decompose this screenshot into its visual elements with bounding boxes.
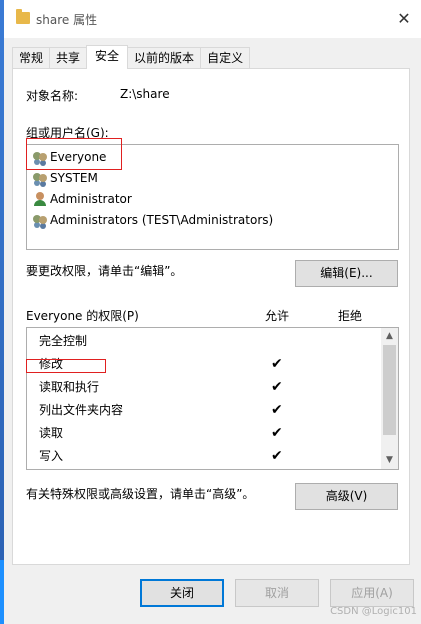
check-icon: ✔ bbox=[271, 379, 283, 395]
check-icon: ✔ bbox=[271, 402, 283, 418]
allow-header: 允许 bbox=[265, 309, 290, 323]
deny-header: 拒绝 bbox=[338, 309, 363, 323]
perm-row-read: 读取 ✔ bbox=[27, 422, 382, 445]
perm-name: 写入 bbox=[39, 449, 64, 463]
user-name: Everyone bbox=[50, 150, 107, 164]
perm-row-modify: 修改 ✔ bbox=[27, 353, 382, 376]
scroll-down-icon[interactable]: ▼ bbox=[381, 452, 398, 469]
perm-row-write: 写入 ✔ bbox=[27, 445, 382, 468]
close-button[interactable]: 关闭 bbox=[140, 579, 224, 607]
user-item-system[interactable]: SYSTEM bbox=[32, 168, 98, 188]
group-icon bbox=[32, 149, 48, 165]
perm-name: 修改 bbox=[39, 357, 64, 371]
cancel-button[interactable]: 取消 bbox=[235, 579, 319, 607]
title-bar: share 属性 ✕ bbox=[4, 0, 421, 38]
group-users-label: 组或用户名(G): bbox=[26, 126, 109, 140]
tab-previous-versions[interactable]: 以前的版本 bbox=[127, 47, 202, 69]
folder-icon bbox=[16, 9, 30, 24]
user-item-administrators[interactable]: Administrators (TEST\Administrators) bbox=[32, 210, 273, 230]
perm-row-list-folder: 列出文件夹内容 ✔ bbox=[27, 399, 382, 422]
change-permissions-hint: 要更改权限，请单击“编辑”。 bbox=[26, 264, 183, 278]
apply-button[interactable]: 应用(A) bbox=[330, 579, 414, 607]
permissions-scrollbar[interactable]: ▲ ▼ bbox=[381, 328, 398, 469]
user-item-administrator[interactable]: Administrator bbox=[32, 189, 132, 209]
user-name: Administrator bbox=[50, 192, 132, 206]
user-name: Administrators (TEST\Administrators) bbox=[50, 213, 274, 227]
edit-button[interactable]: 编辑(E)... bbox=[295, 260, 398, 287]
user-icon bbox=[32, 191, 48, 207]
user-name: SYSTEM bbox=[50, 171, 98, 185]
properties-window: share 属性 ✕ 常规 共享 安全 以前的版本 自定义 对象名称: Z:\s… bbox=[0, 0, 421, 624]
tab-sharing[interactable]: 共享 bbox=[49, 47, 88, 69]
security-panel: 对象名称: Z:\share 组或用户名(G): Everyone SYSTEM… bbox=[12, 68, 410, 565]
permissions-list: 完全控制 修改 ✔ 读取和执行 ✔ 列出文件夹内容 ✔ 读取 ✔ 写入 ✔ ▲ … bbox=[26, 327, 399, 470]
perm-row-read-execute: 读取和执行 ✔ bbox=[27, 376, 382, 399]
tab-general[interactable]: 常规 bbox=[12, 47, 51, 69]
group-icon bbox=[32, 170, 48, 186]
user-item-everyone[interactable]: Everyone bbox=[32, 147, 106, 167]
perm-name: 完全控制 bbox=[39, 334, 88, 348]
permissions-title: Everyone 的权限(P) bbox=[26, 309, 139, 323]
special-permissions-hint: 有关特殊权限或高级设置，请单击“高级”。 bbox=[26, 487, 255, 501]
check-icon: ✔ bbox=[271, 425, 283, 441]
close-icon[interactable]: ✕ bbox=[393, 8, 415, 30]
tab-customize[interactable]: 自定义 bbox=[200, 47, 251, 69]
check-icon: ✔ bbox=[271, 356, 283, 372]
check-icon: ✔ bbox=[271, 448, 283, 464]
advanced-button[interactable]: 高级(V) bbox=[295, 483, 398, 510]
tab-security[interactable]: 安全 bbox=[86, 45, 129, 69]
group-icon bbox=[32, 212, 48, 228]
scroll-thumb[interactable] bbox=[383, 345, 396, 435]
perm-name: 读取 bbox=[39, 426, 64, 440]
scroll-up-icon[interactable]: ▲ bbox=[381, 328, 398, 345]
desktop-edge bbox=[0, 0, 4, 624]
watermark: CSDN @Logic101 bbox=[330, 606, 417, 617]
perm-name: 读取和执行 bbox=[39, 380, 100, 394]
window-title: share 属性 bbox=[36, 13, 98, 27]
user-list[interactable]: Everyone SYSTEM Administrator Administra… bbox=[26, 144, 399, 250]
object-name-label: 对象名称: bbox=[26, 89, 79, 103]
perm-name: 列出文件夹内容 bbox=[39, 403, 124, 417]
object-name-value: Z:\share bbox=[120, 87, 170, 101]
tab-bar: 常规 共享 安全 以前的版本 自定义 bbox=[12, 45, 251, 69]
perm-row-full-control: 完全控制 bbox=[27, 330, 382, 353]
